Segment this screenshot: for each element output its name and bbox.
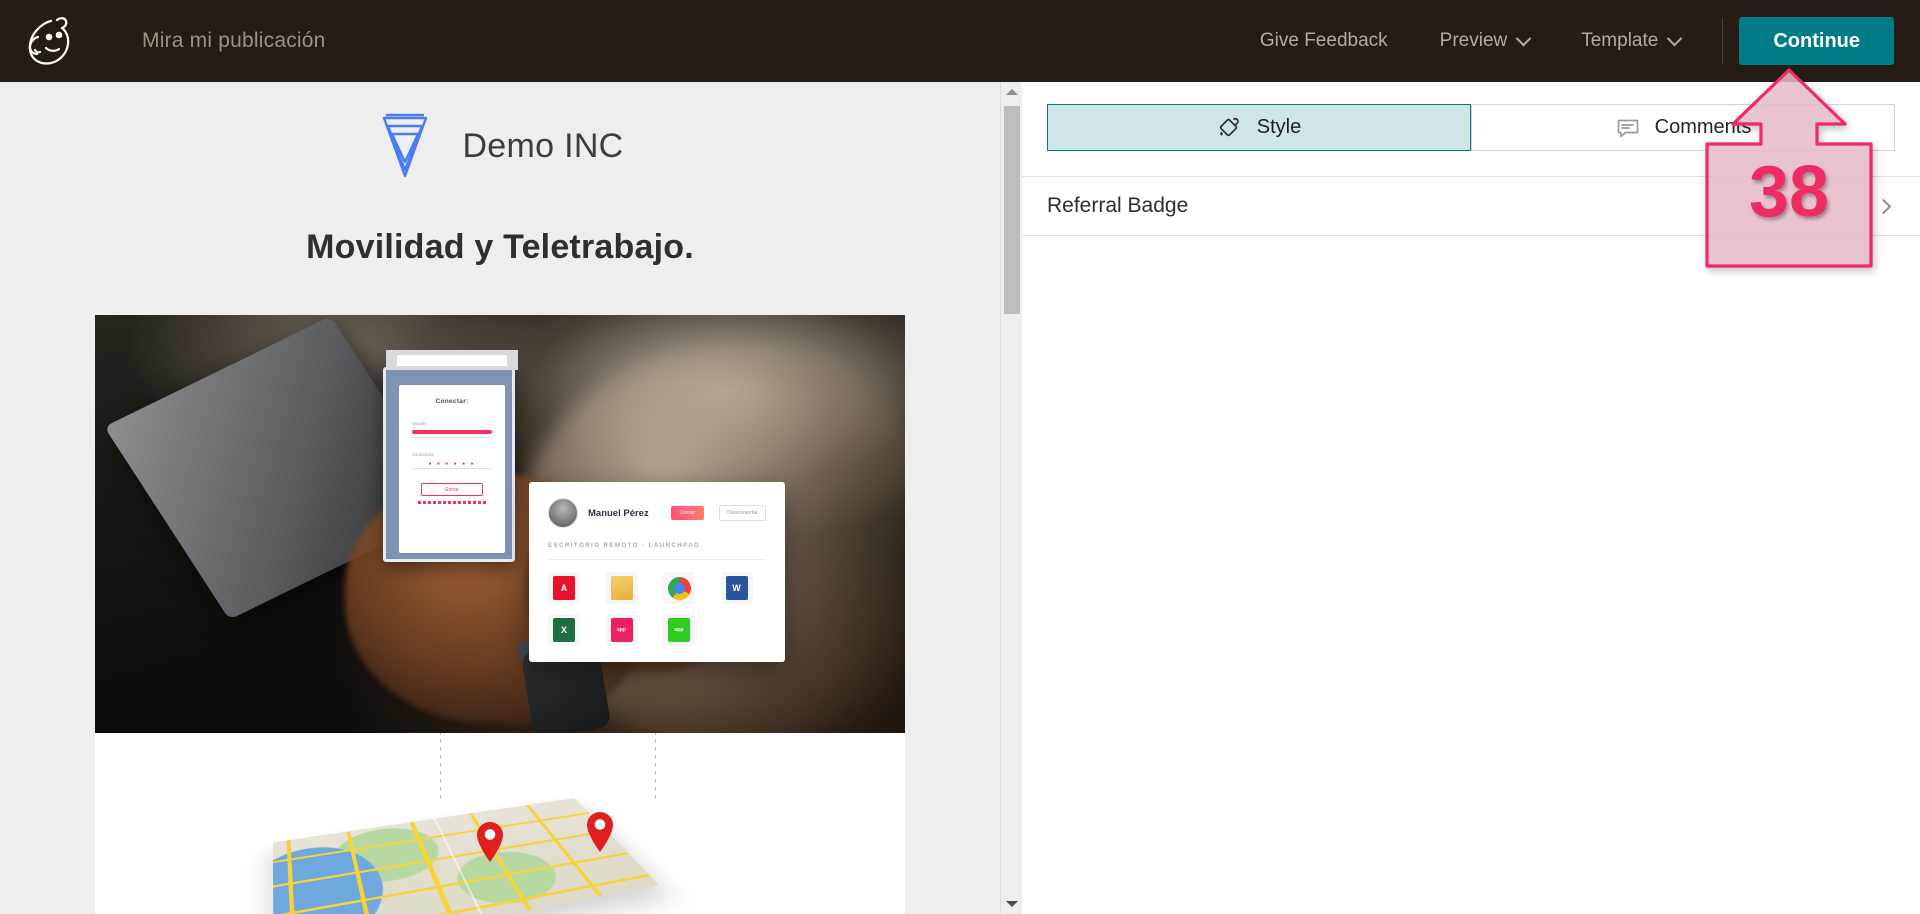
scrollbar-thumb[interactable]: [1004, 106, 1020, 314]
tab-style[interactable]: Style: [1047, 104, 1471, 151]
give-feedback-label: Give Feedback: [1259, 30, 1388, 51]
preview-scrollbar[interactable]: [1000, 82, 1022, 914]
avatar: [548, 498, 578, 528]
pdf-glyph: A: [553, 576, 575, 600]
word-glyph: W: [725, 576, 748, 600]
login-title: Conectar:: [435, 398, 469, 405]
panel-tabs: Style Comments: [1022, 82, 1920, 151]
brand-header-block[interactable]: Demo INC: [376, 112, 623, 180]
microsoft-word-icon: W: [720, 572, 753, 604]
map-image-block[interactable]: [95, 733, 905, 914]
give-feedback-link[interactable]: Give Feedback: [1234, 30, 1414, 52]
top-bar: Mira mi publicación Give Feedback Previe…: [0, 0, 1920, 82]
login-form-card: Conectar: Usuario Contraseña ● ● ● ● ● ●…: [399, 385, 505, 553]
tab-comments-label: Comments: [1654, 116, 1752, 138]
green-app-icon: app: [663, 614, 695, 646]
chevron-right-icon: [1875, 198, 1892, 214]
login-screen-mock: Conectar: Usuario Contraseña ● ● ● ● ● ●…: [383, 350, 518, 562]
hero-image-block[interactable]: Conectar: Usuario Contraseña ● ● ● ● ● ●…: [95, 315, 905, 733]
continue-button[interactable]: Continue: [1739, 17, 1894, 65]
pink-app-icon: app: [605, 614, 638, 646]
chevron-down-icon: [1667, 30, 1683, 46]
panel-row-referral-badge[interactable]: Referral Badge: [1022, 176, 1920, 236]
launchpad-close-button: Cerrar: [670, 506, 705, 520]
map-pin: [475, 821, 505, 863]
dashed-guide-left: [440, 733, 441, 801]
map-pin: [585, 811, 615, 853]
launchpad-app-grid: A W X app app: [548, 572, 766, 646]
login-user-underline: [412, 437, 492, 438]
tab-style-label: Style: [1256, 116, 1302, 138]
comment-bubble-icon: [1615, 116, 1641, 140]
chrome-glyph: [667, 576, 691, 600]
panel-row-label: Referral Badge: [1047, 194, 1189, 217]
login-password-value: ● ● ● ● ● ●: [428, 461, 476, 467]
template-label: Template: [1581, 30, 1659, 51]
scroll-up-arrow[interactable]: [1001, 82, 1023, 102]
login-user-field: [412, 430, 492, 434]
chevron-down-icon: [1515, 30, 1532, 46]
login-submit-button: Entrar: [421, 483, 483, 496]
panel-section-list: Referral Badge: [1022, 176, 1920, 236]
paint-bucket-icon: [1217, 116, 1243, 140]
login-footer-bar: [418, 501, 486, 504]
launchpad-user-name: Manuel Pérez: [588, 507, 649, 519]
toolbar-divider: [1722, 18, 1724, 64]
mailchimp-logo[interactable]: [0, 0, 100, 82]
tab-comments[interactable]: Comments: [1471, 104, 1895, 151]
email-body: Demo INC Movilidad y Teletrabajo. Conect…: [0, 82, 1000, 914]
template-menu[interactable]: Template: [1555, 30, 1706, 52]
launchpad-disconnect-button: Desconectar: [719, 505, 766, 521]
email-preview-canvas[interactable]: Demo INC Movilidad y Teletrabajo. Conect…: [0, 82, 1000, 914]
document-title: Mira mi publicación: [142, 29, 326, 52]
google-chrome-icon: [663, 572, 695, 604]
brand-name: Demo INC: [462, 126, 624, 165]
preview-label: Preview: [1439, 30, 1508, 51]
launchpad-section-label: ESCRITORIO REMOTO - LAUNCHPAD: [548, 542, 766, 560]
file-search-icon: [605, 572, 638, 604]
login-password-underline: [412, 468, 492, 469]
launchpad-card: Manuel Pérez Cerrar Desconectar ESCRITOR…: [529, 482, 785, 662]
launchpad-header: Manuel Pérez Cerrar Desconectar: [548, 498, 766, 528]
search-folder-glyph: [610, 576, 633, 600]
diamond-gem-icon: [383, 113, 428, 178]
right-side-panel: Style Comments Referral Badge: [1022, 82, 1920, 914]
pink-app-glyph: app: [610, 618, 633, 642]
excel-glyph: X: [553, 618, 575, 642]
email-heading: Movilidad y Teletrabajo.: [306, 228, 694, 266]
login-password-label: Contraseña: [412, 452, 434, 457]
dashed-guide-right: [655, 733, 656, 801]
preview-menu[interactable]: Preview: [1414, 30, 1556, 52]
login-user-label: Usuario: [412, 421, 427, 426]
top-bar-actions: Give Feedback Preview Template Continue: [1234, 0, 1920, 82]
editor-stage: Demo INC Movilidad y Teletrabajo. Conect…: [0, 82, 1920, 914]
browser-url-bar: [386, 350, 518, 370]
scroll-down-arrow[interactable]: [1001, 894, 1023, 914]
acrobat-pdf-icon: A: [548, 572, 580, 604]
mailchimp-freddie-icon: [28, 17, 70, 65]
green-app-glyph: app: [668, 618, 690, 642]
microsoft-excel-icon: X: [548, 614, 580, 646]
